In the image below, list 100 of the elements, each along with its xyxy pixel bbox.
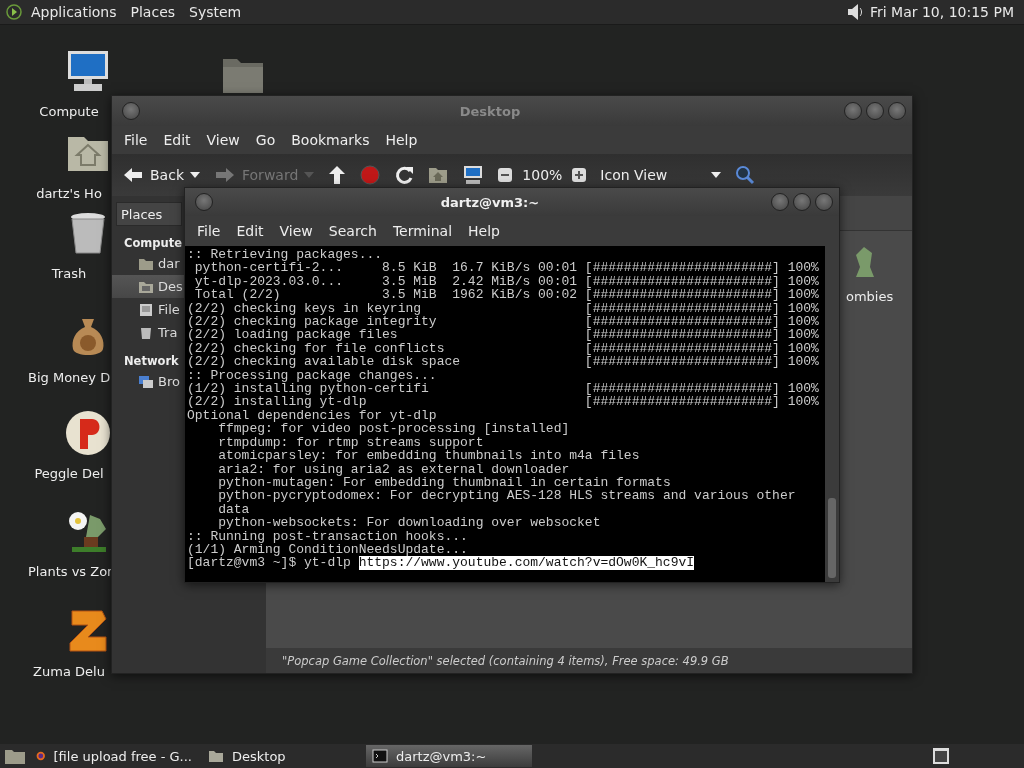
panel-menu[interactable]: Places <box>125 4 181 20</box>
status-text: "Popcap Game Collection" selected (containing 4 items), Free space: 49.9 GB <box>282 653 729 668</box>
window-menu-button[interactable] <box>122 102 140 120</box>
menu-item[interactable]: Help <box>460 223 508 239</box>
progress-text: [#######################] <box>584 341 780 356</box>
progress-text: [#######################] <box>584 274 780 289</box>
terminal-line: ffmpeg: for video post-processing [installed] <box>218 422 570 436</box>
menu-item[interactable]: Bookmarks <box>283 132 378 148</box>
terminal-icon <box>372 748 388 764</box>
stop-icon <box>360 165 381 185</box>
desktop-icon-label[interactable]: dartz's Ho <box>28 186 110 201</box>
sidebar-heading: Network <box>124 354 179 368</box>
sidebar-item[interactable]: dar <box>112 252 184 275</box>
panel-menu[interactable]: System <box>184 4 247 20</box>
desktop-icon-label[interactable]: Trash <box>28 266 110 281</box>
progress-text: [#######################] <box>584 261 780 275</box>
menu-item[interactable]: View <box>271 223 321 239</box>
show-desktop-icon[interactable] <box>4 747 26 765</box>
window-menu-button[interactable] <box>195 193 213 211</box>
terminal-line: (1/2) installing python-certifi <box>187 382 429 396</box>
ball-icon <box>64 409 112 457</box>
terminal-line: :: Processing package changes... <box>187 368 437 383</box>
menu-item[interactable]: Help <box>377 132 426 148</box>
terminal-line: yt-dlp-2023.03.0... 3.5 MiB 2.42 MiB/s 00:01 <box>193 274 579 289</box>
menu-item[interactable]: Edit <box>228 223 272 239</box>
maximize-button[interactable] <box>866 102 884 120</box>
sidebar-item[interactable]: Tra <box>112 321 184 344</box>
panel-menu[interactable]: Applications <box>26 4 122 20</box>
logo-icon <box>6 4 22 20</box>
monitor-icon <box>462 165 485 185</box>
close-button[interactable] <box>888 102 906 120</box>
drive-icon <box>138 301 154 318</box>
terminal-line: (1/1) Arming ConditionNeedsUpdate... <box>187 542 468 557</box>
terminal-line: python-pycryptodomex: For decrypting AES-128 HLS streams and various other <box>217 489 796 503</box>
desktop-icon-label[interactable]: Plants vs Zor <box>28 564 110 579</box>
caret-icon <box>304 172 315 178</box>
percent-text: 100% <box>786 288 819 302</box>
close-button[interactable] <box>815 193 833 211</box>
up-arrow-icon <box>328 165 347 185</box>
zoom-level-text: 100% <box>522 167 563 183</box>
places-dropdown[interactable]: Places <box>116 202 182 226</box>
clock: Fri Mar 10, 10:15 PM <box>869 4 1015 20</box>
caret-icon <box>190 172 200 178</box>
progress-text: [#######################] <box>584 315 780 329</box>
home-folder-icon <box>428 166 449 184</box>
terminal-line: python-certifi-2... 8.5 KiB 16.7 KiB/s 00:01 <box>193 261 579 275</box>
desktop-icon-label[interactable]: Peggle Del <box>28 466 110 481</box>
menu-item[interactable]: Go <box>247 132 284 148</box>
terminal-line: :: Running post-transaction hooks... <box>187 529 468 543</box>
percent-text: 100% <box>786 274 819 289</box>
percent-text: 100% <box>786 341 819 356</box>
maximize-button[interactable] <box>793 193 811 211</box>
window-title: Desktop <box>458 103 522 119</box>
menu-item[interactable]: Terminal <box>384 223 461 239</box>
menu-item[interactable]: File <box>116 132 156 148</box>
minimize-button[interactable] <box>844 102 862 120</box>
terminal-line: Total (2/2) 3.5 MiB 1962 KiB/s 00:02 <box>193 288 579 302</box>
percent-text: 100% <box>786 395 819 409</box>
percent-text: 100% <box>786 355 819 369</box>
progress-text: [#######################] <box>584 355 780 369</box>
sidebar-item[interactable]: File <box>112 298 184 321</box>
terminal-line: (2/2) checking available disk space <box>187 355 462 369</box>
taskbar-button[interactable]: [file upload free - G... <box>30 745 198 767</box>
terminal-line: (2/2) checking package integrity <box>187 315 438 329</box>
progress-text: [#######################] <box>584 328 780 342</box>
back-button[interactable]: Back <box>118 164 204 186</box>
menu-item[interactable]: Edit <box>155 132 199 148</box>
taskbar-button[interactable]: dartz@vm3:~ <box>366 745 532 767</box>
terminal-line: (2/2) installing yt-dlp <box>187 395 367 409</box>
right-arrow-icon <box>214 166 236 184</box>
menu-item[interactable]: Search <box>320 223 385 239</box>
search-icon <box>735 165 756 185</box>
window-icon[interactable] <box>932 747 950 765</box>
menu-item[interactable]: View <box>198 132 248 148</box>
terminal-line: data <box>217 502 250 517</box>
minus-icon <box>498 168 513 182</box>
menu-item[interactable]: File <box>189 223 229 239</box>
percent-text: 100% <box>786 328 819 342</box>
taskbar-button[interactable]: Desktop <box>202 745 362 767</box>
terminal-line: atomicparsley: for embedding thumbnails into m4a files <box>217 449 640 463</box>
file-label[interactable]: ombies <box>846 289 894 304</box>
desktop-icon-label[interactable]: Big Money D <box>28 370 110 385</box>
view-dropdown[interactable]: Icon View <box>596 165 726 185</box>
terminal-line: python-websockets: For downloading over websocket <box>217 516 601 530</box>
percent-text: 100% <box>786 261 819 275</box>
desktop-icon-label[interactable]: Compute <box>28 104 110 119</box>
folder-icon <box>208 748 224 764</box>
desktop-icon-label[interactable]: Zuma Delu <box>28 664 110 679</box>
progress-text: [#######################] <box>584 288 780 302</box>
network-icon <box>138 373 154 390</box>
scrollbar-thumb[interactable] <box>828 498 836 578</box>
terminal-line: rtmpdump: for rtmp streams support <box>217 435 484 450</box>
percent-text: 100% <box>786 315 819 329</box>
terminal-line: (2/2) checking for file conflicts <box>187 341 446 356</box>
sidebar-item[interactable]: Bro <box>112 370 184 393</box>
sidebar-item[interactable]: Des <box>112 275 184 298</box>
left-arrow-icon <box>122 166 144 184</box>
minimize-button[interactable] <box>771 193 789 211</box>
shell-prompt: [dartz@vm3 ~]$ yt-dlp <box>187 556 351 570</box>
terminal-line: (2/2) loading package files <box>187 328 398 342</box>
